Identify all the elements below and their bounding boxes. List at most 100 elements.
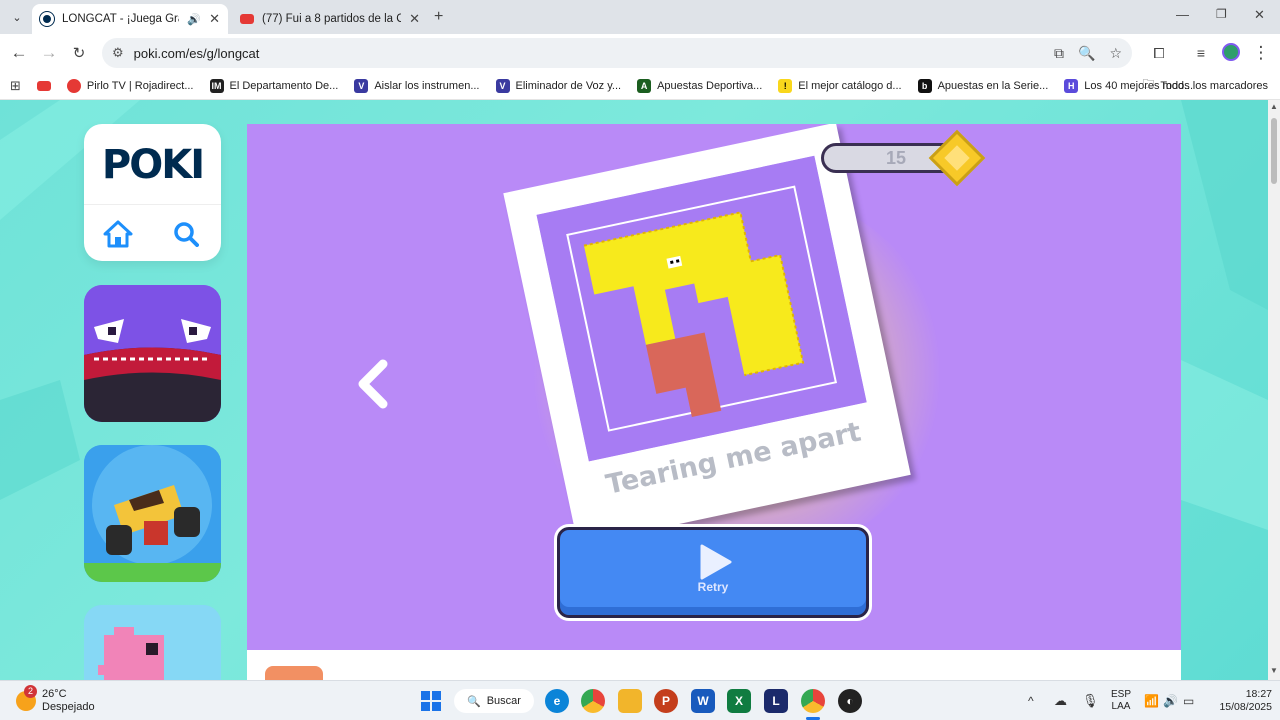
tab-longcat[interactable]: LONGCAT - ¡Juega Gratis O 🔊 ✕ [32,4,228,34]
address-bar[interactable]: ⚙ poki.com/es/g/longcat ⧉ 🔍 ☆ [102,38,1132,68]
poki-favicon-icon [40,12,54,26]
windows-taskbar: 2 26°C Despejado 🔍 Buscar e P W X L ◐ ^ … [0,680,1280,720]
taskbar-app[interactable]: X [727,689,751,713]
clock[interactable]: 18:27 15/08/2025 [1208,688,1272,713]
all-bookmarks[interactable]: 🗀 Todos los marcadores [1134,75,1276,96]
taskbar-app[interactable] [581,689,605,713]
restore-icon[interactable]: ❐ [1216,7,1227,21]
page-content: POKI Tearing me apart 15 Retry [0,100,1268,680]
youtube-icon [36,80,51,91]
taskbar-app[interactable] [618,689,642,713]
search-icon [174,222,199,247]
game-thumbnail[interactable] [84,605,221,680]
taskbar-search[interactable]: 🔍 Buscar [454,689,534,713]
new-tab-icon[interactable]: + [434,8,443,26]
monster-truck-thumbnail-image [84,445,221,582]
divider [84,204,221,205]
search-button[interactable] [156,214,216,254]
youtube-icon [240,14,254,24]
bookmark-label: Apuestas Deportiva... [657,79,763,92]
bet-icon: b [917,78,932,93]
retry-label: Retry [697,580,729,594]
word-icon: W [691,689,715,713]
search-label: Buscar [486,695,521,707]
retry-button[interactable]: Retry [557,527,869,618]
reload-icon[interactable]: ↻ [64,38,94,68]
speaker-icon[interactable]: 🔊 [187,13,201,26]
bookmark-item[interactable]: V Eliminador de Voz y... [488,78,630,93]
start-button[interactable] [418,689,444,713]
tab-youtube[interactable]: (77) Fui a 8 partidos de la Copa ✕ [232,4,428,34]
scroll-down-icon[interactable]: ▼ [1270,666,1278,675]
bookmark-item[interactable]: b Apuestas en la Serie... [910,78,1057,93]
bookmark-star-icon[interactable]: ☆ [1109,45,1122,62]
taskbar-app[interactable]: e [545,689,569,713]
lang-region: LAA [1111,701,1131,712]
media-control-icon[interactable]: ≡ [1186,38,1216,68]
bookmark-item[interactable]: IM El Departamento De... [202,78,347,93]
volume-icon[interactable]: 🔊 [1163,689,1178,713]
profile-avatar[interactable] [1222,43,1240,61]
bookmark-item[interactable]: Pirlo TV | Rojadirect... [59,78,202,93]
show-hidden-icons[interactable]: ^ [1028,689,1034,713]
folder-icon [618,689,642,713]
home-button[interactable] [88,214,148,254]
weather-widget[interactable]: 2 26°C Despejado [16,685,96,713]
search-icon: 🔍 [467,695,481,708]
coin-icon [928,129,986,187]
bookmark-label: Eliminador de Voz y... [515,79,622,92]
h-icon: H [1064,78,1079,93]
extensions-icon[interactable]: ⧠ [1144,38,1174,68]
wifi-icon[interactable]: 📶 [1144,689,1159,713]
chrome-icon [581,689,605,713]
language-indicator[interactable]: ESP LAA [1110,689,1132,713]
taskbar-app[interactable] [801,689,825,713]
folder-icon: 🗀 [1142,77,1155,91]
battery-icon[interactable]: ▭ [1183,689,1194,713]
tab-search-icon[interactable]: ⌄ [8,8,26,26]
site-info-icon[interactable]: ⚙ [112,45,124,61]
bookmark-label: Pirlo TV | Rojadirect... [86,79,194,92]
home-icon [103,220,133,248]
vocalremover-icon: V [354,78,369,93]
chrome-active-icon [801,689,825,713]
bookmark-item[interactable]: A Apuestas Deportiva... [629,78,770,93]
bookmarks-bar: ⊞ Pirlo TV | Rojadirect... IM El Departa… [0,72,1280,100]
close-tab-icon[interactable]: ✕ [209,11,220,27]
minimize-icon[interactable]: — [1176,7,1189,22]
bookmark-item[interactable]: V Aislar los instrumen... [346,78,487,93]
back-icon[interactable]: ← [4,38,34,68]
tab-title: (77) Fui a 8 partidos de la Copa [262,13,402,25]
clock-date: 15/08/2025 [1219,701,1272,713]
taskbar-app[interactable]: L [764,689,788,713]
bookmark-label: El Departamento De... [229,79,339,92]
install-app-icon[interactable]: ⧉ [1054,45,1064,62]
previous-level-button[interactable] [353,356,393,412]
microphone-icon[interactable]: 🎙 [1082,689,1099,713]
game-thumbnail[interactable] [84,445,221,582]
apps-icon[interactable]: ⊞ [0,78,29,94]
taskbar-app[interactable]: P [654,689,678,713]
excel-icon: X [727,689,751,713]
url-text: poki.com/es/g/longcat [133,45,260,61]
page-scrollbar[interactable]: ▲ ▼ [1268,100,1280,680]
menu-icon[interactable]: ⋮ [1246,38,1276,68]
powerpoint-icon: P [654,689,678,713]
scroll-up-icon[interactable]: ▲ [1270,102,1278,111]
game-canvas[interactable]: Tearing me apart 15 Retry [247,124,1181,650]
level-polaroid: Tearing me apart [503,124,911,546]
close-window-icon[interactable]: ✕ [1254,7,1265,23]
game-thumbnail[interactable] [84,285,221,422]
forward-icon[interactable]: → [34,38,64,68]
bookmark-item[interactable]: ! El mejor catálogo d... [770,78,909,93]
tab-title: LONGCAT - ¡Juega Gratis O [62,13,179,25]
close-tab-icon[interactable]: ✕ [409,11,420,27]
zoom-icon[interactable]: 🔍 [1078,45,1095,62]
scrollbar-thumb[interactable] [1271,118,1277,184]
bookmark-item[interactable] [29,80,59,91]
onedrive-icon[interactable]: ☁ [1054,689,1067,713]
taskbar-app[interactable]: W [691,689,715,713]
vocalremover-icon: V [495,78,510,93]
poki-logo[interactable]: POKI [84,142,221,188]
taskbar-app[interactable]: ◐ [838,689,862,713]
